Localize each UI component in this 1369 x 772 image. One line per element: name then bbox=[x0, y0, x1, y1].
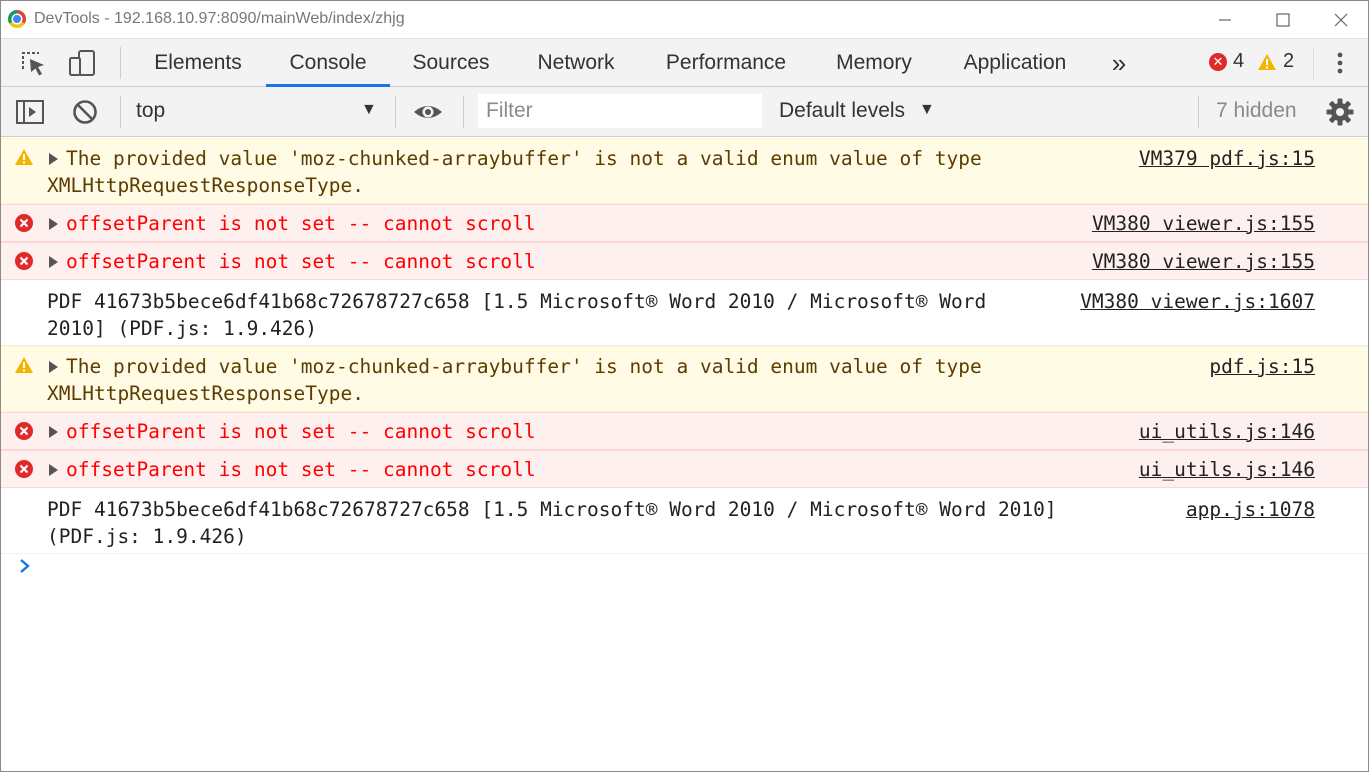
tab-memory[interactable]: Memory bbox=[817, 39, 931, 87]
error-icon bbox=[15, 422, 33, 440]
close-icon bbox=[1334, 13, 1348, 26]
minimize-icon bbox=[1219, 18, 1231, 21]
close-button[interactable] bbox=[1313, 1, 1369, 38]
warning-count: 2 bbox=[1283, 50, 1295, 72]
device-toolbar-icon[interactable] bbox=[66, 47, 98, 79]
warning-icon bbox=[1258, 53, 1276, 70]
expand-arrow-icon[interactable] bbox=[49, 426, 58, 438]
clear-console-icon[interactable] bbox=[69, 96, 101, 128]
error-icon bbox=[15, 214, 33, 232]
message-source-link[interactable]: app.js:1078 bbox=[1186, 496, 1315, 523]
expand-arrow-icon[interactable] bbox=[49, 153, 58, 165]
message-text: The provided value 'moz-chunked-arraybuf… bbox=[66, 147, 982, 170]
error-count-badge[interactable]: ✕ 4 bbox=[1209, 50, 1244, 73]
toolbar-divider bbox=[1198, 96, 1199, 128]
chrome-logo-icon bbox=[8, 10, 26, 28]
tab-console[interactable]: Console bbox=[266, 39, 390, 87]
title-bar: DevTools - 192.168.10.97:8090/mainWeb/in… bbox=[1, 1, 1368, 38]
maximize-button[interactable] bbox=[1255, 1, 1311, 38]
toolbar-divider bbox=[463, 96, 464, 128]
console-message-warning[interactable]: The provided value 'moz-chunked-arraybuf… bbox=[1, 138, 1368, 204]
message-source-link[interactable]: pdf.js:15 bbox=[1209, 353, 1315, 380]
inspect-element-icon[interactable] bbox=[17, 47, 49, 79]
toolbar-divider bbox=[120, 96, 121, 128]
tab-sources[interactable]: Sources bbox=[395, 39, 507, 87]
console-messages: The provided value 'moz-chunked-arraybuf… bbox=[1, 138, 1368, 554]
message-text: The provided value 'moz-chunked-arraybuf… bbox=[66, 355, 982, 378]
message-text: offsetParent is not set -- cannot scroll bbox=[66, 212, 536, 235]
more-options-icon[interactable] bbox=[1324, 47, 1356, 79]
hidden-messages-count: 7 hidden bbox=[1216, 99, 1297, 122]
toolbar-divider bbox=[120, 47, 121, 79]
message-text: PDF 41673b5bece6df41b68c72678727c658 [1.… bbox=[47, 290, 987, 313]
message-source-link[interactable]: VM379 pdf.js:15 bbox=[1139, 145, 1315, 172]
dropdown-arrow-icon[interactable]: ▼ bbox=[361, 101, 377, 119]
warning-icon bbox=[15, 357, 33, 373]
console-settings-gear-icon[interactable] bbox=[1324, 96, 1356, 128]
devtools-window: DevTools - 192.168.10.97:8090/mainWeb/in… bbox=[0, 0, 1369, 772]
message-source-link[interactable]: VM380 viewer.js:155 bbox=[1092, 210, 1315, 237]
log-levels-dropdown[interactable]: Default levels bbox=[779, 99, 905, 123]
error-icon: ✕ bbox=[1209, 52, 1227, 71]
message-source-link[interactable]: VM380 viewer.js:155 bbox=[1092, 248, 1315, 275]
context-selector[interactable]: top bbox=[136, 99, 165, 123]
maximize-icon bbox=[1276, 12, 1290, 27]
console-message-log[interactable]: PDF 41673b5bece6df41b68c72678727c658 [1.… bbox=[1, 280, 1368, 346]
dropdown-arrow-icon[interactable]: ▼ bbox=[919, 101, 935, 119]
console-message-log[interactable]: PDF 41673b5bece6df41b68c72678727c658 [1.… bbox=[1, 488, 1368, 554]
live-expression-eye-icon[interactable] bbox=[412, 96, 444, 128]
message-source-link[interactable]: VM380 viewer.js:1607 bbox=[1080, 288, 1315, 315]
message-text: offsetParent is not set -- cannot scroll bbox=[66, 458, 536, 481]
message-text: PDF 41673b5bece6df41b68c72678727c658 [1.… bbox=[47, 498, 1057, 521]
expand-arrow-icon[interactable] bbox=[49, 464, 58, 476]
warning-icon bbox=[15, 149, 33, 165]
warning-count-badge[interactable]: 2 bbox=[1257, 50, 1294, 73]
console-message-warning[interactable]: The provided value 'moz-chunked-arraybuf… bbox=[1, 346, 1368, 412]
console-message-error[interactable]: offsetParent is not set -- cannot scroll… bbox=[1, 450, 1368, 488]
message-text: offsetParent is not set -- cannot scroll bbox=[66, 250, 536, 273]
error-count: 4 bbox=[1233, 50, 1245, 72]
console-prompt-chevron-icon[interactable] bbox=[18, 557, 32, 575]
console-toolbar: top ▼ Default levels ▼ 7 hidden bbox=[1, 87, 1368, 137]
window-title: DevTools - 192.168.10.97:8090/mainWeb/in… bbox=[34, 10, 405, 27]
console-message-error[interactable]: offsetParent is not set -- cannot scroll… bbox=[1, 204, 1368, 242]
tab-network[interactable]: Network bbox=[513, 39, 639, 87]
message-text-continued: 2010] (PDF.js: 1.9.426) bbox=[47, 317, 318, 340]
expand-arrow-icon[interactable] bbox=[49, 256, 58, 268]
message-source-link[interactable]: ui_utils.js:146 bbox=[1139, 456, 1315, 483]
toolbar-divider bbox=[1313, 47, 1314, 79]
message-text-continued: (PDF.js: 1.9.426) bbox=[47, 525, 247, 548]
toolbar-divider bbox=[395, 96, 396, 128]
expand-arrow-icon[interactable] bbox=[49, 361, 58, 373]
error-icon bbox=[15, 252, 33, 270]
filter-input[interactable] bbox=[478, 94, 762, 128]
devtools-tab-bar: Elements Console Sources Network Perform… bbox=[1, 38, 1368, 87]
show-sidebar-icon[interactable] bbox=[14, 96, 46, 128]
more-tabs-button[interactable]: » bbox=[1099, 39, 1139, 87]
error-icon bbox=[15, 460, 33, 478]
minimize-button[interactable] bbox=[1197, 1, 1253, 38]
console-message-error[interactable]: offsetParent is not set -- cannot scroll… bbox=[1, 242, 1368, 280]
message-text-continued: XMLHttpRequestResponseType. bbox=[47, 174, 364, 197]
console-message-error[interactable]: offsetParent is not set -- cannot scroll… bbox=[1, 412, 1368, 450]
message-source-link[interactable]: ui_utils.js:146 bbox=[1139, 418, 1315, 445]
tab-elements[interactable]: Elements bbox=[135, 39, 261, 87]
expand-arrow-icon[interactable] bbox=[49, 218, 58, 230]
message-text: offsetParent is not set -- cannot scroll bbox=[66, 420, 536, 443]
tab-performance[interactable]: Performance bbox=[647, 39, 805, 87]
tab-application[interactable]: Application bbox=[943, 39, 1087, 87]
message-text-continued: XMLHttpRequestResponseType. bbox=[47, 382, 364, 405]
